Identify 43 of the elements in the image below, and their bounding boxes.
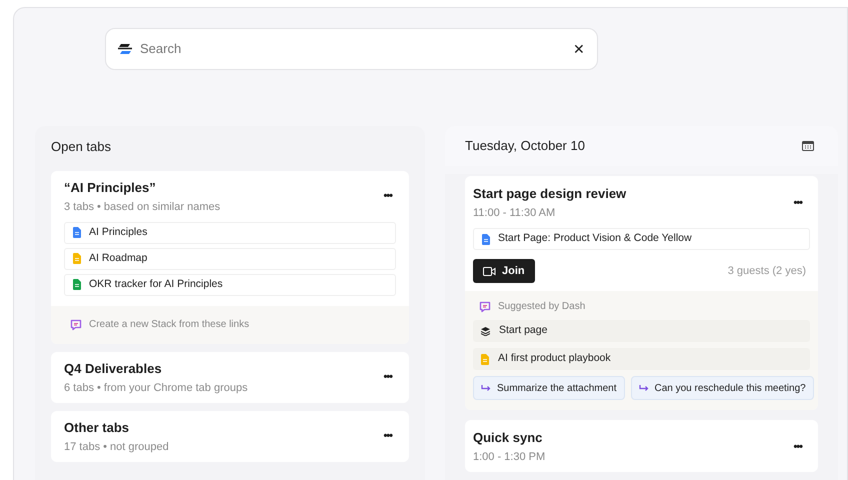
- document-icon: [482, 234, 490, 244]
- card-subtitle: 3 tabs • based on similar names: [64, 200, 220, 214]
- card-title: Start page design review: [473, 186, 626, 202]
- stack-icon: [481, 326, 490, 336]
- calendar-icon[interactable]: [802, 141, 814, 151]
- prompt-chip[interactable]: Summarize the attachment: [473, 376, 624, 400]
- card-title: Q4 Deliverables: [64, 360, 163, 376]
- chat-bubble-icon: [479, 300, 491, 312]
- attachment-link[interactable]: Start Page: Product Vision & Code Yellow: [473, 228, 810, 250]
- search-field[interactable]: Search ✕: [105, 28, 598, 70]
- join-button[interactable]: Join: [473, 259, 535, 283]
- document-icon: [73, 227, 81, 238]
- more-button[interactable]: •••: [379, 428, 396, 445]
- prompt-chip[interactable]: Can you reschedule this meeting?: [630, 376, 814, 400]
- more-button[interactable]: •••: [789, 194, 806, 212]
- tab-link[interactable]: AI Principles: [64, 222, 396, 244]
- date-title: Tuesday, October 10: [465, 137, 585, 156]
- card-subtitle: 1:00 - 1:30 PM: [473, 450, 546, 464]
- document-icon: [481, 354, 489, 364]
- card-subtitle: 17 tabs • not grouped: [64, 440, 169, 454]
- tab-link[interactable]: OKR tracker for AI Principles: [64, 274, 396, 296]
- more-button[interactable]: •••: [379, 369, 396, 386]
- more-button[interactable]: •••: [789, 438, 806, 456]
- card-title: Quick sync: [473, 430, 544, 446]
- return-arrow-icon: [481, 384, 491, 392]
- stacked-layers-logo-icon: [118, 43, 132, 55]
- video-camera-icon: [483, 266, 496, 276]
- card-title: Other tabs: [64, 420, 130, 436]
- card-subtitle: 6 tabs • from your Chrome tab groups: [64, 380, 248, 394]
- return-arrow-icon: [638, 384, 648, 392]
- guest-count: 3 guests (2 yes): [728, 264, 806, 279]
- card-subtitle: 11:00 - 11:30 AM: [473, 206, 556, 220]
- document-icon: [73, 253, 81, 264]
- tab-link[interactable]: AI Roadmap: [64, 248, 396, 270]
- chat-bubble-icon: [70, 318, 82, 330]
- suggested-item[interactable]: AI first product playbook: [473, 348, 810, 370]
- close-button[interactable]: ✕: [573, 38, 585, 60]
- card-title: “AI Principles”: [64, 180, 157, 196]
- suggested-item[interactable]: Start page: [473, 320, 810, 342]
- document-icon: [73, 279, 81, 290]
- panel-title: Open tabs: [51, 138, 112, 156]
- suggested-label: Suggested by Dash: [498, 300, 586, 314]
- more-button[interactable]: •••: [379, 188, 396, 205]
